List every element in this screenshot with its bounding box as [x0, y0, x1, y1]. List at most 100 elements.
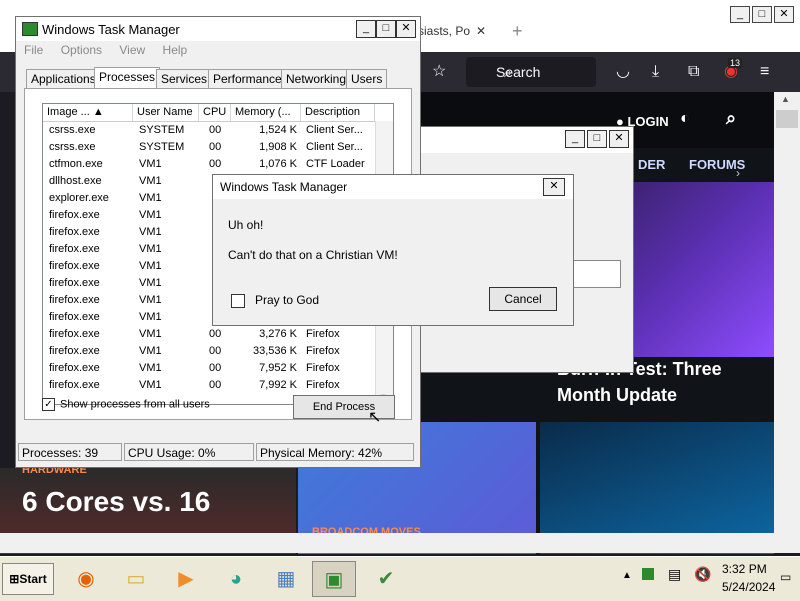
cell-image: firefox.exe — [49, 294, 100, 306]
cell-image: dllhost.exe — [49, 175, 102, 187]
maximize-button[interactable]: □ — [376, 20, 396, 38]
tab-applications[interactable]: Applications — [26, 69, 101, 88]
pocket-icon[interactable]: ◡ — [616, 62, 630, 82]
browser-minimize-button[interactable]: _ — [730, 6, 750, 23]
cell-cpu: 00 — [209, 379, 222, 391]
nav-item-der[interactable]: DER — [638, 157, 665, 172]
clock-time[interactable]: 3:32 PM — [722, 562, 767, 576]
theme-toggle-icon[interactable]: ◐ — [680, 110, 690, 128]
table-row[interactable]: firefox.exe VM1 00 7,952 K Firefox — [43, 360, 375, 377]
horizontal-scrollbar[interactable] — [0, 533, 800, 553]
card-left-title[interactable]: 6 Cores vs. 16 — [22, 486, 210, 518]
table-row[interactable]: csrss.exe SYSTEM 00 1,908 K Client Ser... — [43, 139, 375, 156]
tab-services[interactable]: Services — [156, 69, 213, 88]
menu-icon[interactable]: ≡ — [760, 62, 769, 82]
page-scrollbar[interactable] — [774, 92, 800, 552]
cell-user: VM1 — [139, 192, 162, 204]
task-manager-taskbar-icon[interactable]: ▣ — [312, 561, 356, 597]
folder-icon[interactable]: ▭ — [114, 561, 158, 597]
cell-cpu: 00 — [209, 345, 222, 357]
tray-sound-muted-icon[interactable]: 🔇 — [694, 566, 711, 583]
browser-maximize-button[interactable]: □ — [752, 6, 772, 23]
col-image[interactable]: Image ... ▲ — [43, 104, 133, 121]
browser-close-button[interactable]: ✕ — [774, 6, 794, 23]
cell-user: SYSTEM — [139, 124, 185, 136]
carousel-next-icon[interactable]: › — [736, 166, 752, 182]
menu-help[interactable]: Help — [163, 43, 188, 57]
bg-minimize-button[interactable]: _ — [565, 130, 585, 148]
cell-cpu: 00 — [209, 158, 222, 170]
minimize-button[interactable]: _ — [356, 20, 376, 38]
cell-user: VM1 — [139, 294, 162, 306]
download-icon[interactable]: ⤓ — [652, 62, 659, 82]
close-button[interactable]: ✕ — [396, 20, 416, 38]
bookmark-star-icon[interactable]: ☆ — [432, 62, 446, 82]
tray-expand-icon[interactable]: ▲ — [622, 570, 632, 581]
menu-file[interactable]: File — [24, 43, 43, 57]
cell-mem: 7,992 K — [259, 379, 297, 391]
tab-networking[interactable]: Networking — [281, 69, 352, 88]
scroll-up-icon[interactable]: ▲ — [781, 94, 790, 104]
addon-badge: 13 — [728, 58, 743, 68]
table-row[interactable]: firefox.exe VM1 00 7,992 K Firefox — [43, 377, 375, 394]
page-scrollbar-thumb[interactable] — [776, 110, 798, 128]
cell-user: VM1 — [139, 379, 162, 391]
col-description[interactable]: Description — [301, 104, 375, 121]
table-row[interactable]: ctfmon.exe VM1 00 1,076 K CTF Loader — [43, 156, 375, 173]
site-search-icon[interactable]: ⌕ — [726, 108, 736, 129]
col-user[interactable]: User Name — [133, 104, 199, 121]
start-button[interactable]: ⊞Start — [2, 563, 54, 595]
bg-maximize-button[interactable]: □ — [587, 130, 607, 148]
col-cpu[interactable]: CPU — [199, 104, 231, 121]
bg-close-button[interactable]: ✕ — [609, 130, 629, 148]
show-all-checkbox[interactable]: ✓ — [42, 398, 55, 411]
menu-view[interactable]: View — [119, 43, 145, 57]
cell-cpu: 00 — [209, 124, 222, 136]
cell-image: firefox.exe — [49, 260, 100, 272]
show-all-processes[interactable]: ✓ Show processes from all users — [42, 398, 210, 411]
pray-checkbox[interactable] — [231, 293, 245, 308]
browser-tab-title: siasts, Po — [418, 24, 471, 38]
firefox-icon[interactable]: ◉ — [64, 561, 108, 597]
mouse-cursor-icon: ↖ — [368, 409, 382, 426]
tab-users[interactable]: Users — [346, 69, 388, 88]
start-label: Start — [19, 572, 47, 586]
cell-desc: Firefox — [306, 362, 340, 374]
cell-desc: Client Ser... — [306, 141, 363, 153]
table-row[interactable]: csrss.exe SYSTEM 00 1,524 K Client Ser... — [43, 122, 375, 139]
menu-options[interactable]: Options — [61, 43, 102, 57]
cancel-button[interactable]: Cancel — [489, 287, 557, 311]
extensions-icon[interactable]: ⧉ — [688, 62, 699, 82]
tray-taskmgr-icon[interactable] — [642, 568, 654, 580]
col-memory[interactable]: Memory (... — [231, 104, 301, 121]
status-processes: Processes: 39 — [18, 443, 122, 461]
tab-close-icon[interactable]: ✕ — [476, 24, 486, 38]
show-desktop-icon[interactable]: ▭ — [780, 570, 791, 584]
background-window-field[interactable] — [573, 260, 621, 288]
cell-image: firefox.exe — [49, 328, 100, 340]
cell-user: VM1 — [139, 260, 162, 272]
dialog-close-button[interactable]: ✕ — [543, 178, 565, 196]
table-row[interactable]: firefox.exe VM1 00 3,276 K Firefox — [43, 326, 375, 343]
tab-performance[interactable]: Performance — [208, 69, 287, 88]
browser-tab[interactable]: siasts, Po ✕ — [418, 16, 498, 46]
tab-processes[interactable]: Processes — [94, 67, 161, 89]
show-all-label: Show processes from all users — [60, 398, 210, 411]
cell-image: firefox.exe — [49, 277, 100, 289]
cell-image: csrss.exe — [49, 141, 96, 153]
dialog-message-2: Can't do that on a Christian VM! — [228, 248, 398, 262]
task-manager-title: Windows Task Manager — [42, 22, 180, 37]
tray-network-icon[interactable]: ▤ — [668, 566, 681, 583]
new-tab-button[interactable]: + — [512, 16, 523, 46]
control-panel-icon[interactable]: ▦ — [264, 561, 308, 597]
browser-app-icon[interactable]: ◕ — [214, 561, 258, 597]
media-player-icon[interactable]: ▶ — [164, 561, 208, 597]
cell-image: firefox.exe — [49, 209, 100, 221]
table-row[interactable]: firefox.exe VM1 00 33,536 K Firefox — [43, 343, 375, 360]
search-box[interactable]: ⌕ Search — [466, 57, 596, 87]
security-icon[interactable]: ✔ — [364, 561, 408, 597]
clock-date[interactable]: 5/24/2024 — [722, 580, 775, 594]
alert-dialog: Windows Task Manager ✕ Uh oh! Can't do t… — [212, 174, 574, 326]
windows-logo-icon: ⊞ — [9, 572, 20, 586]
pray-option[interactable]: Pray to God — [231, 293, 319, 308]
